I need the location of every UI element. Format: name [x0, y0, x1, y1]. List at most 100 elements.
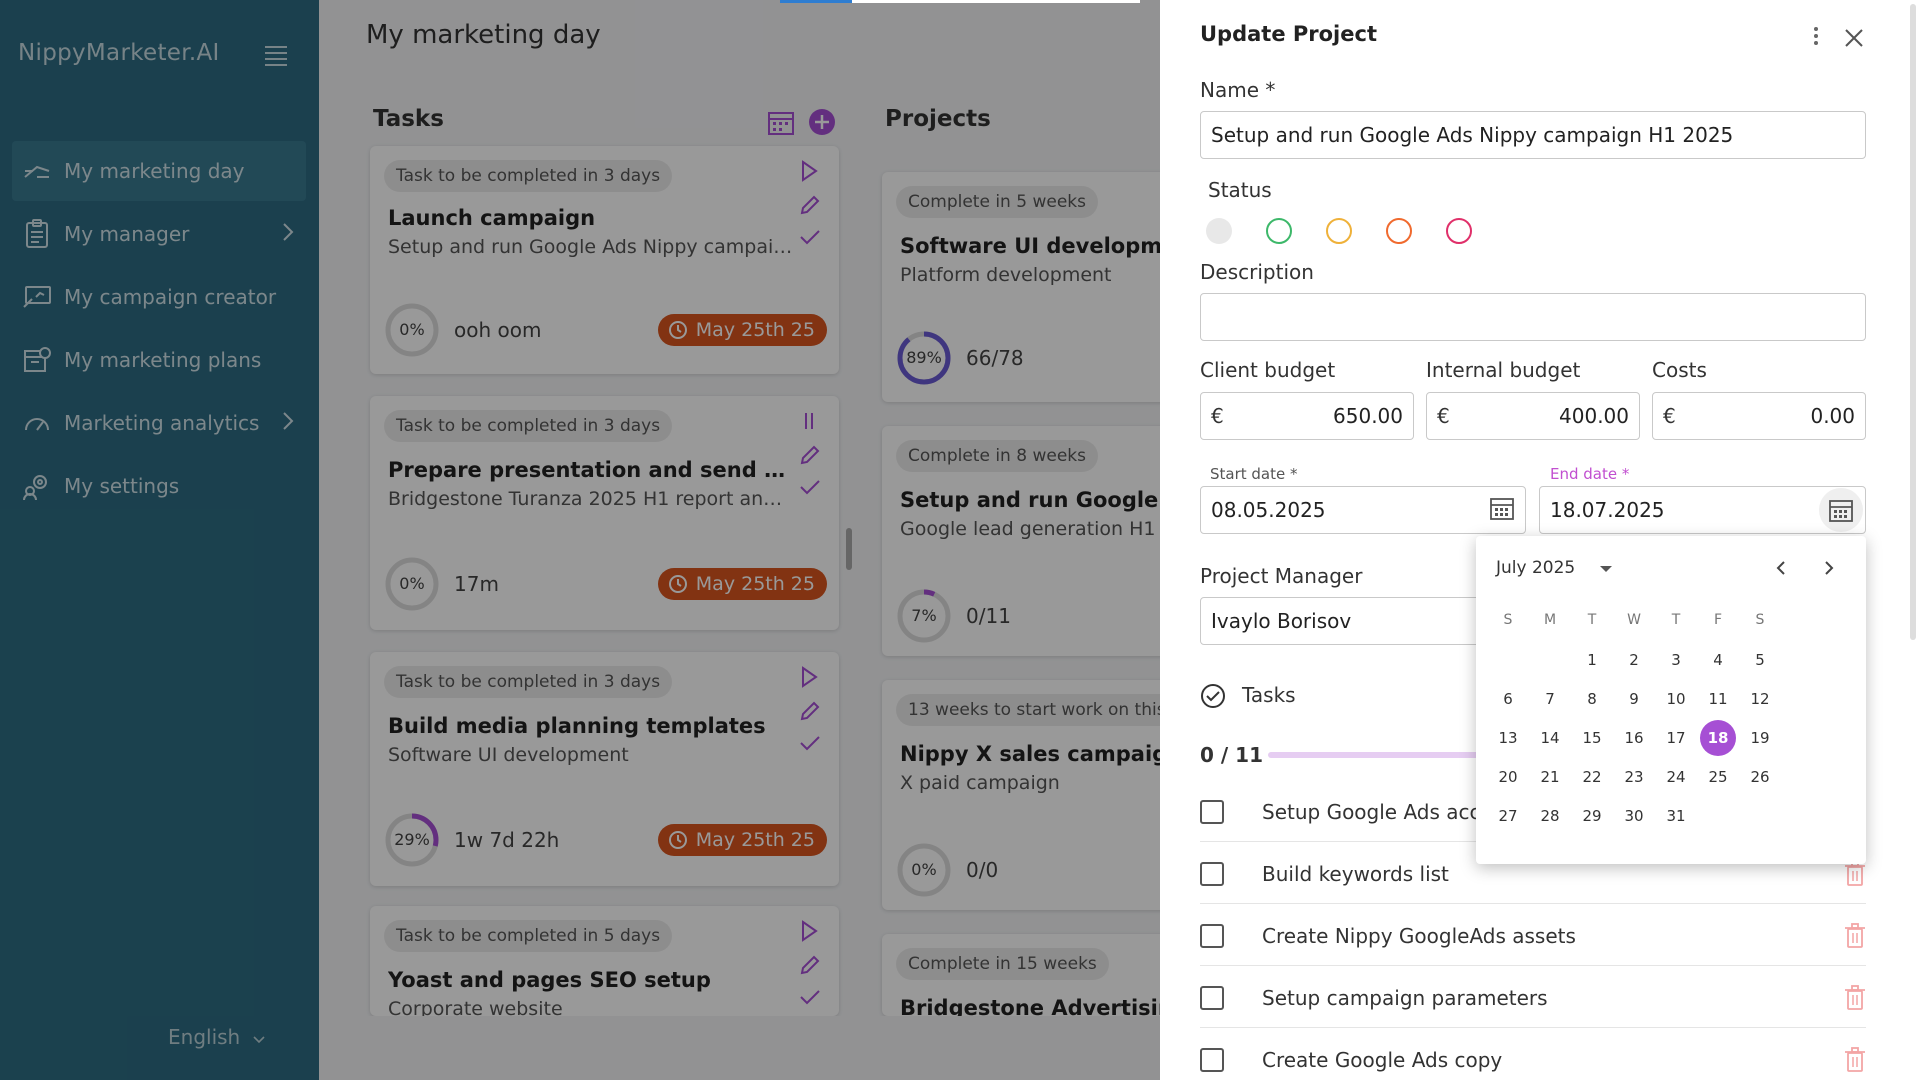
name-label: Name * — [1200, 78, 1276, 102]
description-label: Description — [1200, 260, 1314, 284]
calendar-icon[interactable] — [1489, 495, 1515, 526]
currency-symbol: € — [1211, 404, 1224, 428]
weekday-header: T — [1587, 612, 1597, 628]
checkbox[interactable] — [1200, 799, 1224, 824]
calendar-day[interactable]: 17 — [1658, 720, 1694, 756]
status-option-orange[interactable] — [1386, 218, 1412, 244]
checkbox[interactable] — [1200, 1048, 1224, 1072]
end-date-field[interactable]: 18.07.2025 — [1539, 486, 1866, 534]
end-date-label: End date * — [1550, 465, 1630, 483]
calendar-day[interactable]: 23 — [1616, 759, 1652, 795]
calendar-day[interactable]: 25 — [1700, 759, 1736, 795]
loading-bar — [780, 0, 1140, 3]
date-picker-popup: July 2025 S M T W T F S 1 2 3 4 5 6 7 8 9 10 11 12 13 14 15 16… — [1476, 536, 1866, 864]
weekday-header: W — [1627, 612, 1641, 628]
client-budget-value: 650.00 — [1333, 404, 1403, 428]
checklist-item-text: Create Nippy GoogleAds assets — [1262, 923, 1576, 948]
name-value: Setup and run Google Ads Nippy campaign … — [1211, 123, 1734, 147]
checklist-item[interactable]: Setup campaign parameters — [1200, 968, 1866, 1028]
calendar-day[interactable]: 31 — [1658, 798, 1694, 834]
status-option-red[interactable] — [1446, 218, 1472, 244]
month-year-label: July 2025 — [1496, 558, 1576, 578]
weekday-header: M — [1543, 612, 1557, 628]
costs-field[interactable]: € 0.00 — [1652, 392, 1866, 440]
weekday-header: S — [1503, 612, 1513, 628]
status-option-yellow[interactable] — [1326, 218, 1352, 244]
calendar-day[interactable]: 6 — [1490, 681, 1526, 717]
chevron-left-icon[interactable] — [1776, 560, 1786, 580]
trash-icon[interactable] — [1844, 1047, 1866, 1077]
calendar-day[interactable]: 3 — [1658, 642, 1694, 678]
calendar-day[interactable]: 10 — [1658, 681, 1694, 717]
calendar-day[interactable]: 7 — [1532, 681, 1568, 717]
costs-value: 0.00 — [1810, 404, 1855, 428]
calendar-day[interactable]: 15 — [1574, 720, 1610, 756]
tasks-section-label: Tasks — [1242, 683, 1296, 707]
calendar-day[interactable]: 27 — [1490, 798, 1526, 834]
costs-label: Costs — [1652, 358, 1707, 382]
calendar-day[interactable]: 21 — [1532, 759, 1568, 795]
close-icon[interactable] — [1844, 28, 1864, 52]
checkbox[interactable] — [1200, 923, 1224, 948]
checkbox[interactable] — [1200, 861, 1224, 886]
calendar-day[interactable]: 1 — [1574, 642, 1610, 678]
caret-down-icon — [1599, 558, 1613, 578]
client-budget-label: Client budget — [1200, 358, 1336, 382]
month-year-selector[interactable]: July 2025 — [1496, 558, 1613, 578]
trash-icon[interactable] — [1844, 861, 1866, 891]
status-label: Status — [1208, 178, 1272, 202]
panel-scrollbar[interactable] — [1910, 4, 1916, 640]
calendar-day[interactable]: 28 — [1532, 798, 1568, 834]
calendar-day[interactable]: 19 — [1742, 720, 1778, 756]
calendar-day[interactable]: 20 — [1490, 759, 1526, 795]
calendar-day[interactable]: 11 — [1700, 681, 1736, 717]
end-date-value: 18.07.2025 — [1550, 498, 1665, 522]
calendar-day-selected[interactable]: 18 — [1700, 720, 1736, 756]
description-field[interactable] — [1200, 293, 1866, 341]
modal-backdrop[interactable] — [0, 0, 1160, 1080]
calendar-day[interactable]: 30 — [1616, 798, 1652, 834]
internal-budget-value: 400.00 — [1559, 404, 1629, 428]
more-vert-icon[interactable] — [1812, 26, 1820, 50]
checkbox[interactable] — [1200, 985, 1224, 1010]
calendar-day[interactable]: 26 — [1742, 759, 1778, 795]
currency-symbol: € — [1437, 404, 1450, 428]
start-date-value: 08.05.2025 — [1211, 498, 1326, 522]
client-budget-field[interactable]: € 650.00 — [1200, 392, 1414, 440]
calendar-icon[interactable] — [1819, 488, 1863, 532]
calendar-day[interactable]: 13 — [1490, 720, 1526, 756]
project-manager-label: Project Manager — [1200, 564, 1363, 588]
checklist-item-text: Build keywords list — [1262, 861, 1449, 886]
calendar-day[interactable]: 24 — [1658, 759, 1694, 795]
calendar-day[interactable]: 4 — [1700, 642, 1736, 678]
checklist-item-text: Setup campaign parameters — [1262, 985, 1548, 1010]
calendar-day[interactable]: 29 — [1574, 798, 1610, 834]
project-manager-value: Ivaylo Borisov — [1211, 609, 1352, 633]
tasks-progress-count: 0 / 11 — [1200, 743, 1263, 767]
calendar-day[interactable]: 8 — [1574, 681, 1610, 717]
checklist-item-text: Create Google Ads copy — [1262, 1048, 1503, 1072]
calendar-day[interactable]: 5 — [1742, 642, 1778, 678]
internal-budget-field[interactable]: € 400.00 — [1426, 392, 1640, 440]
name-field[interactable]: Setup and run Google Ads Nippy campaign … — [1200, 111, 1866, 159]
internal-budget-label: Internal budget — [1426, 358, 1581, 382]
check-circle-icon — [1200, 683, 1226, 713]
currency-symbol: € — [1663, 404, 1676, 428]
weekday-header: T — [1671, 612, 1681, 628]
calendar-day[interactable]: 22 — [1574, 759, 1610, 795]
start-date-field[interactable]: 08.05.2025 — [1200, 486, 1526, 534]
calendar-day[interactable]: 16 — [1616, 720, 1652, 756]
calendar-day[interactable]: 2 — [1616, 642, 1652, 678]
status-option-none[interactable] — [1206, 218, 1232, 244]
checklist-item[interactable]: Create Google Ads copy — [1200, 1030, 1866, 1080]
calendar-day[interactable]: 9 — [1616, 681, 1652, 717]
calendar-day[interactable]: 14 — [1532, 720, 1568, 756]
chevron-right-icon[interactable] — [1824, 560, 1834, 580]
panel-title: Update Project — [1200, 22, 1377, 46]
checklist-item[interactable]: Create Nippy GoogleAds assets — [1200, 906, 1866, 966]
trash-icon[interactable] — [1844, 985, 1866, 1015]
calendar-day[interactable]: 12 — [1742, 681, 1778, 717]
trash-icon[interactable] — [1844, 923, 1866, 953]
status-option-green[interactable] — [1266, 218, 1292, 244]
weekday-header: F — [1713, 612, 1723, 628]
